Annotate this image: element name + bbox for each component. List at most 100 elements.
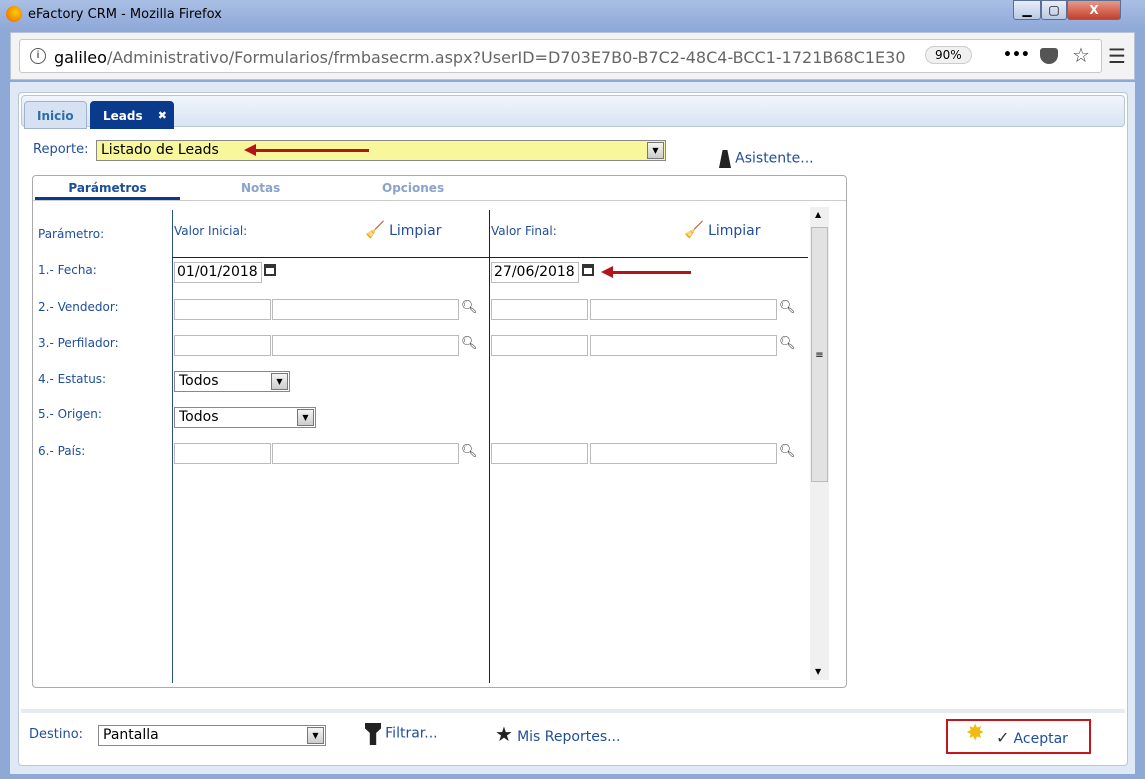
filtrar-button[interactable]: Filtrar...: [365, 723, 438, 745]
menu-icon[interactable]: ☰: [1108, 44, 1126, 68]
search-icon[interactable]: 🔍︎: [779, 444, 796, 459]
search-icon[interactable]: 🔍︎: [461, 300, 478, 315]
subtab-parametros[interactable]: Parámetros: [35, 181, 180, 200]
reporte-value: Listado de Leads: [101, 142, 219, 158]
scroll-down-arrow[interactable]: ▼: [815, 667, 821, 676]
tab-leads[interactable]: Leads ✖: [90, 101, 174, 129]
perfilador-final-code[interactable]: [491, 335, 588, 356]
main-panel: Inicio Leads ✖ Reporte: Listado de Leads…: [18, 92, 1128, 766]
limpiar-label: Limpiar: [708, 223, 761, 239]
tab-inicio[interactable]: Inicio: [24, 101, 87, 129]
red-arrowhead: [244, 144, 256, 156]
footer-divider: [21, 709, 1125, 713]
valor-final-header: Valor Final:: [491, 224, 557, 238]
column-divider: [489, 210, 490, 683]
url-text[interactable]: galileo/Administrativo/Formularios/frmba…: [54, 48, 906, 67]
red-arrow-annotation: [254, 149, 369, 152]
aceptar-button[interactable]: ✸ ✓ Aceptar: [946, 719, 1091, 754]
destino-label: Destino:: [29, 727, 84, 742]
info-icon[interactable]: i: [30, 48, 46, 64]
scroll-thumb[interactable]: ≡: [811, 227, 828, 482]
search-icon[interactable]: 🔍︎: [779, 300, 796, 315]
asistente-button[interactable]: Asistente...: [719, 150, 814, 168]
minimize-button[interactable]: ▁: [1013, 0, 1041, 20]
valor-inicial-header: Valor Inicial:: [174, 224, 248, 238]
pais-final-code[interactable]: [491, 443, 588, 464]
window-title: eFactory CRM - Mozilla Firefox: [28, 7, 222, 22]
zoom-level[interactable]: 90%: [925, 46, 972, 64]
red-arrow-annotation: [611, 271, 691, 274]
vendedor-inicial-code[interactable]: [174, 299, 271, 320]
vendedor-final-code[interactable]: [491, 299, 588, 320]
broom-icon: 🧹: [365, 220, 385, 239]
perfilador-final-name[interactable]: [590, 335, 777, 356]
page-content: Inicio Leads ✖ Reporte: Listado de Leads…: [10, 82, 1135, 774]
calendar-icon[interactable]: [264, 264, 276, 276]
destino-value: Pantalla: [103, 727, 159, 743]
check-icon: ✓: [996, 728, 1010, 747]
mis-reportes-label: Mis Reportes...: [517, 729, 621, 745]
destino-select[interactable]: Pantalla ▼: [98, 725, 326, 746]
firefox-logo-icon: [6, 6, 22, 22]
scroll-up-arrow[interactable]: ▲: [815, 210, 821, 219]
fecha-inicial-input[interactable]: 01/01/2018: [174, 262, 262, 283]
fecha-final-input[interactable]: 27/06/2018: [491, 262, 579, 283]
vendedor-inicial-name[interactable]: [272, 299, 459, 320]
subtab-notas[interactable]: Notas: [241, 181, 280, 195]
maximize-button[interactable]: ▢: [1041, 0, 1067, 20]
sparkle-icon: ✸: [966, 721, 985, 746]
vendedor-final-name[interactable]: [590, 299, 777, 320]
limpiar-final-button[interactable]: 🧹 Limpiar: [684, 220, 761, 239]
asistente-label: Asistente...: [735, 150, 814, 167]
pocket-icon[interactable]: [1040, 48, 1058, 64]
estatus-value: Todos: [179, 373, 219, 389]
perfilador-inicial-code[interactable]: [174, 335, 271, 356]
url-bar[interactable]: i galileo/Administrativo/Formularios/frm…: [19, 39, 1102, 73]
origen-value: Todos: [179, 409, 219, 425]
param-label-estatus: 4.- Estatus:: [38, 372, 107, 386]
estatus-select[interactable]: Todos ▼: [174, 371, 290, 392]
url-host: galileo: [54, 48, 107, 67]
search-icon[interactable]: 🔍︎: [461, 336, 478, 351]
calendar-icon[interactable]: [582, 264, 594, 276]
page-actions-icon[interactable]: •••: [1003, 47, 1030, 63]
close-tab-icon[interactable]: ✖: [158, 109, 167, 122]
limpiar-label: Limpiar: [389, 223, 442, 239]
column-divider: [172, 210, 173, 683]
param-label-pais: 6.- País:: [38, 444, 86, 458]
header-divider: [172, 257, 808, 258]
tab-leads-label: Leads: [103, 109, 143, 123]
mis-reportes-button[interactable]: ★ Mis Reportes...: [495, 722, 620, 746]
scrollbar[interactable]: ▲ ≡ ▼: [810, 207, 829, 680]
wizard-icon: [719, 150, 731, 168]
red-arrowhead: [601, 266, 613, 278]
tab-bar: Inicio Leads ✖: [21, 95, 1125, 129]
search-icon[interactable]: 🔍︎: [779, 336, 796, 351]
limpiar-inicial-button[interactable]: 🧹 Limpiar: [365, 220, 442, 239]
param-label-vendedor: 2.- Vendedor:: [38, 300, 119, 314]
pais-inicial-name[interactable]: [272, 443, 459, 464]
window-titlebar: eFactory CRM - Mozilla Firefox ▁ ▢ X: [0, 0, 1145, 30]
param-header: Parámetro:: [38, 227, 105, 241]
star-icon: ★: [495, 722, 513, 746]
chevron-down-icon: ▼: [297, 409, 314, 426]
perfilador-inicial-name[interactable]: [272, 335, 459, 356]
chevron-down-icon: ▼: [307, 727, 324, 744]
reporte-label: Reporte:: [33, 142, 89, 157]
search-icon[interactable]: 🔍︎: [461, 444, 478, 459]
subtab-opciones[interactable]: Opciones: [382, 181, 444, 195]
param-label-origen: 5.- Origen:: [38, 407, 102, 421]
filtrar-label: Filtrar...: [385, 725, 438, 742]
reporte-select[interactable]: Listado de Leads ▼: [96, 140, 666, 161]
param-label-perfilador: 3.- Perfilador:: [38, 336, 119, 350]
pais-inicial-code[interactable]: [174, 443, 271, 464]
bookmark-star-icon[interactable]: ☆: [1072, 43, 1090, 67]
broom-icon: 🧹: [684, 220, 704, 239]
chevron-down-icon: ▼: [647, 142, 664, 159]
close-window-button[interactable]: X: [1067, 0, 1121, 20]
url-path: /Administrativo/Formularios/frmbasecrm.a…: [106, 48, 906, 67]
parameters-box: Parámetros Notas Opciones Parámetro: Val…: [32, 175, 847, 688]
pais-final-name[interactable]: [590, 443, 777, 464]
param-label-fecha: 1.- Fecha:: [38, 263, 97, 277]
origen-select[interactable]: Todos ▼: [174, 407, 316, 428]
